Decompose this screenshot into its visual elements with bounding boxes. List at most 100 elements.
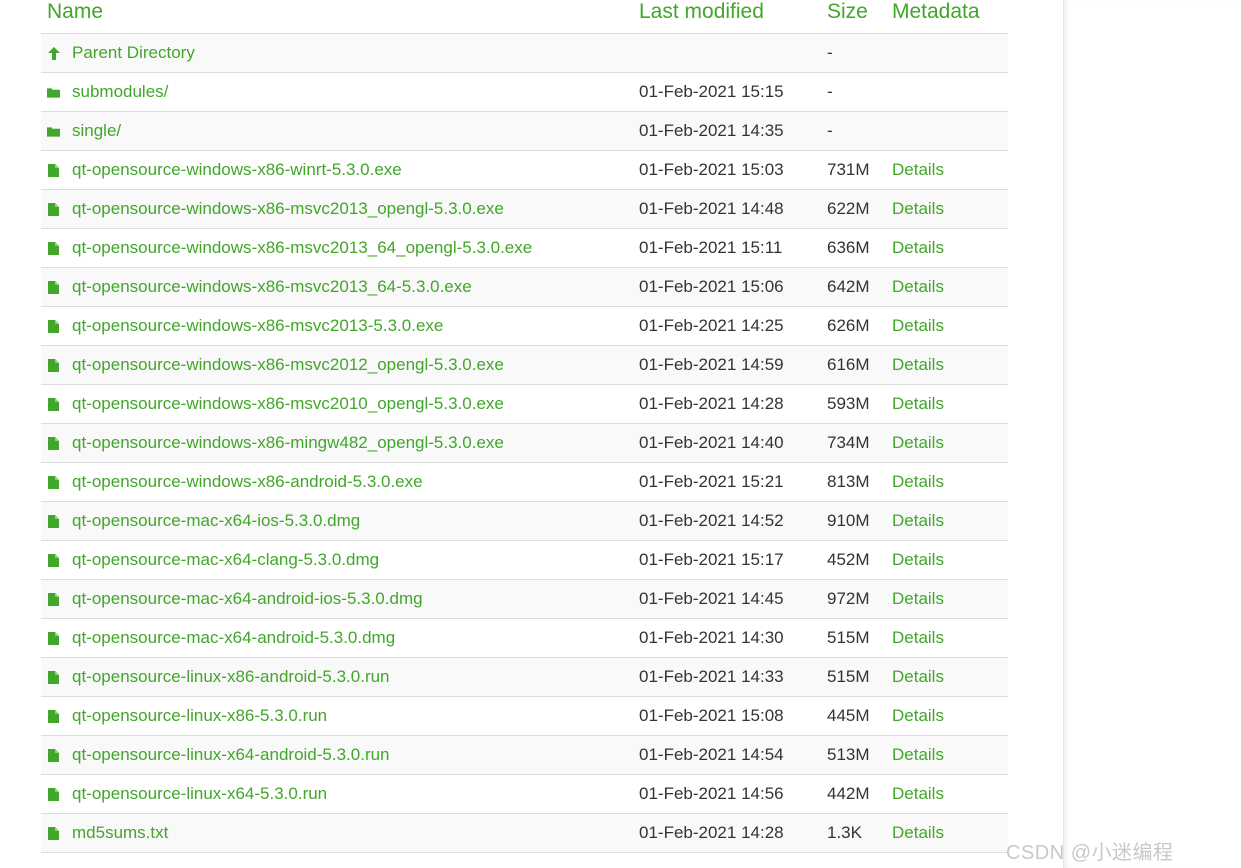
- cell-name: qt-opensource-linux-x64-5.3.0.run: [41, 774, 639, 814]
- details-link[interactable]: Details: [892, 238, 944, 257]
- file-link[interactable]: qt-opensource-linux-x86-android-5.3.0.ru…: [72, 667, 390, 687]
- header-last-modified[interactable]: Last modified: [639, 0, 827, 34]
- details-link[interactable]: Details: [892, 160, 944, 179]
- cell-name: qt-opensource-mac-x64-android-ios-5.3.0.…: [41, 579, 639, 619]
- file-link[interactable]: qt-opensource-mac-x64-android-ios-5.3.0.…: [72, 589, 423, 609]
- header-last-modified-label[interactable]: Last modified: [639, 0, 764, 23]
- file-link[interactable]: qt-opensource-mac-x64-ios-5.3.0.dmg: [72, 511, 360, 531]
- cell-metadata: Details: [892, 150, 1008, 190]
- cell-size: 910M: [827, 501, 892, 541]
- details-link[interactable]: Details: [892, 823, 944, 842]
- file-link[interactable]: qt-opensource-windows-x86-mingw482_openg…: [72, 433, 504, 453]
- details-link[interactable]: Details: [892, 316, 944, 335]
- details-link[interactable]: Details: [892, 667, 944, 686]
- cell-size: -: [827, 72, 892, 112]
- file-link[interactable]: qt-opensource-mac-x64-android-5.3.0.dmg: [72, 628, 395, 648]
- cell-last-modified: 01-Feb-2021 15:21: [639, 462, 827, 502]
- folder-link[interactable]: submodules/: [72, 82, 168, 102]
- cell-last-modified: 01-Feb-2021 14:28: [639, 813, 827, 853]
- file-link[interactable]: qt-opensource-windows-x86-msvc2013-5.3.0…: [72, 316, 443, 336]
- details-link[interactable]: Details: [892, 433, 944, 452]
- cell-last-modified: 01-Feb-2021 15:06: [639, 267, 827, 307]
- file-link[interactable]: qt-opensource-windows-x86-msvc2013_64_op…: [72, 238, 532, 258]
- file-icon: [47, 475, 60, 489]
- details-link[interactable]: Details: [892, 472, 944, 491]
- file-link[interactable]: md5sums.txt: [72, 823, 168, 843]
- file-icon: [47, 748, 60, 762]
- parent-directory-link[interactable]: Parent Directory: [72, 43, 195, 63]
- cell-metadata: [892, 72, 1008, 112]
- file-listing-table: Name Last modified Size Metadata Parent …: [41, 0, 1008, 853]
- details-link[interactable]: Details: [892, 394, 944, 413]
- table-row: qt-opensource-linux-x64-android-5.3.0.ru…: [41, 735, 1008, 775]
- file-link[interactable]: qt-opensource-windows-x86-winrt-5.3.0.ex…: [72, 160, 402, 180]
- watermark: CSDN @小迷编程: [1006, 842, 1174, 864]
- cell-name: Parent Directory: [41, 33, 639, 73]
- file-icon: [47, 163, 60, 177]
- cell-size: 1.3K: [827, 813, 892, 853]
- file-link[interactable]: qt-opensource-mac-x64-clang-5.3.0.dmg: [72, 550, 379, 570]
- details-link[interactable]: Details: [892, 550, 944, 569]
- file-link[interactable]: qt-opensource-windows-x86-msvc2012_openg…: [72, 355, 504, 375]
- folder-icon: [47, 86, 60, 99]
- file-link[interactable]: qt-opensource-linux-x86-5.3.0.run: [72, 706, 327, 726]
- file-icon: [47, 436, 60, 450]
- file-icon: [47, 202, 60, 216]
- header-size[interactable]: Size: [827, 0, 892, 34]
- header-name-label[interactable]: Name: [47, 0, 103, 23]
- cell-metadata: Details: [892, 462, 1008, 502]
- cell-name: qt-opensource-windows-x86-msvc2012_openg…: [41, 345, 639, 385]
- file-icon: [47, 514, 60, 528]
- details-link[interactable]: Details: [892, 355, 944, 374]
- details-link[interactable]: Details: [892, 277, 944, 296]
- file-link[interactable]: qt-opensource-windows-x86-android-5.3.0.…: [72, 472, 423, 492]
- content-panel: Name Last modified Size Metadata Parent …: [0, 0, 1063, 868]
- cell-size: 452M: [827, 540, 892, 580]
- file-link[interactable]: qt-opensource-windows-x86-msvc2010_openg…: [72, 394, 504, 414]
- cell-size: 734M: [827, 423, 892, 463]
- cell-size: 636M: [827, 228, 892, 268]
- cell-size: 593M: [827, 384, 892, 424]
- table-row: qt-opensource-mac-x64-android-ios-5.3.0.…: [41, 579, 1008, 619]
- details-link[interactable]: Details: [892, 589, 944, 608]
- details-link[interactable]: Details: [892, 628, 944, 647]
- details-link[interactable]: Details: [892, 706, 944, 725]
- cell-name: qt-opensource-linux-x86-android-5.3.0.ru…: [41, 657, 639, 697]
- cell-size: 622M: [827, 189, 892, 229]
- details-link[interactable]: Details: [892, 511, 944, 530]
- header-name[interactable]: Name: [41, 0, 639, 34]
- table-row: qt-opensource-windows-x86-msvc2013-5.3.0…: [41, 306, 1008, 346]
- file-link[interactable]: qt-opensource-linux-x64-android-5.3.0.ru…: [72, 745, 390, 765]
- cell-name: qt-opensource-windows-x86-msvc2013-5.3.0…: [41, 306, 639, 346]
- table-row: qt-opensource-windows-x86-msvc2013_64-5.…: [41, 267, 1008, 307]
- cell-size: 513M: [827, 735, 892, 775]
- file-link[interactable]: qt-opensource-windows-x86-msvc2013_openg…: [72, 199, 504, 219]
- cell-last-modified: 01-Feb-2021 15:03: [639, 150, 827, 190]
- cell-name: qt-opensource-mac-x64-clang-5.3.0.dmg: [41, 540, 639, 580]
- file-listing-body: Parent Directory - submodules/01-Feb-2021 …: [41, 33, 1008, 853]
- cell-last-modified: 01-Feb-2021 14:40: [639, 423, 827, 463]
- file-icon: [47, 241, 60, 255]
- cell-last-modified: 01-Feb-2021 14:52: [639, 501, 827, 541]
- cell-name: submodules/: [41, 72, 639, 112]
- table-row: qt-opensource-windows-x86-android-5.3.0.…: [41, 462, 1008, 502]
- cell-name: qt-opensource-linux-x86-5.3.0.run: [41, 696, 639, 736]
- file-icon: [47, 397, 60, 411]
- folder-link[interactable]: single/: [72, 121, 121, 141]
- cell-name: md5sums.txt: [41, 813, 639, 853]
- table-row: Parent Directory -: [41, 33, 1008, 73]
- header-size-label[interactable]: Size: [827, 0, 868, 23]
- header-metadata[interactable]: Metadata: [892, 0, 1008, 34]
- cell-name: qt-opensource-windows-x86-android-5.3.0.…: [41, 462, 639, 502]
- details-link[interactable]: Details: [892, 745, 944, 764]
- cell-last-modified: 01-Feb-2021 14:25: [639, 306, 827, 346]
- cell-name: qt-opensource-windows-x86-msvc2013_64_op…: [41, 228, 639, 268]
- table-row: submodules/01-Feb-2021 15:15-: [41, 72, 1008, 112]
- file-link[interactable]: qt-opensource-windows-x86-msvc2013_64-5.…: [72, 277, 472, 297]
- details-link[interactable]: Details: [892, 784, 944, 803]
- cell-last-modified: [639, 33, 827, 73]
- file-link[interactable]: qt-opensource-linux-x64-5.3.0.run: [72, 784, 327, 804]
- header-metadata-label[interactable]: Metadata: [892, 0, 980, 23]
- details-link[interactable]: Details: [892, 199, 944, 218]
- table-row: qt-opensource-linux-x86-5.3.0.run 01-Feb-…: [41, 696, 1008, 736]
